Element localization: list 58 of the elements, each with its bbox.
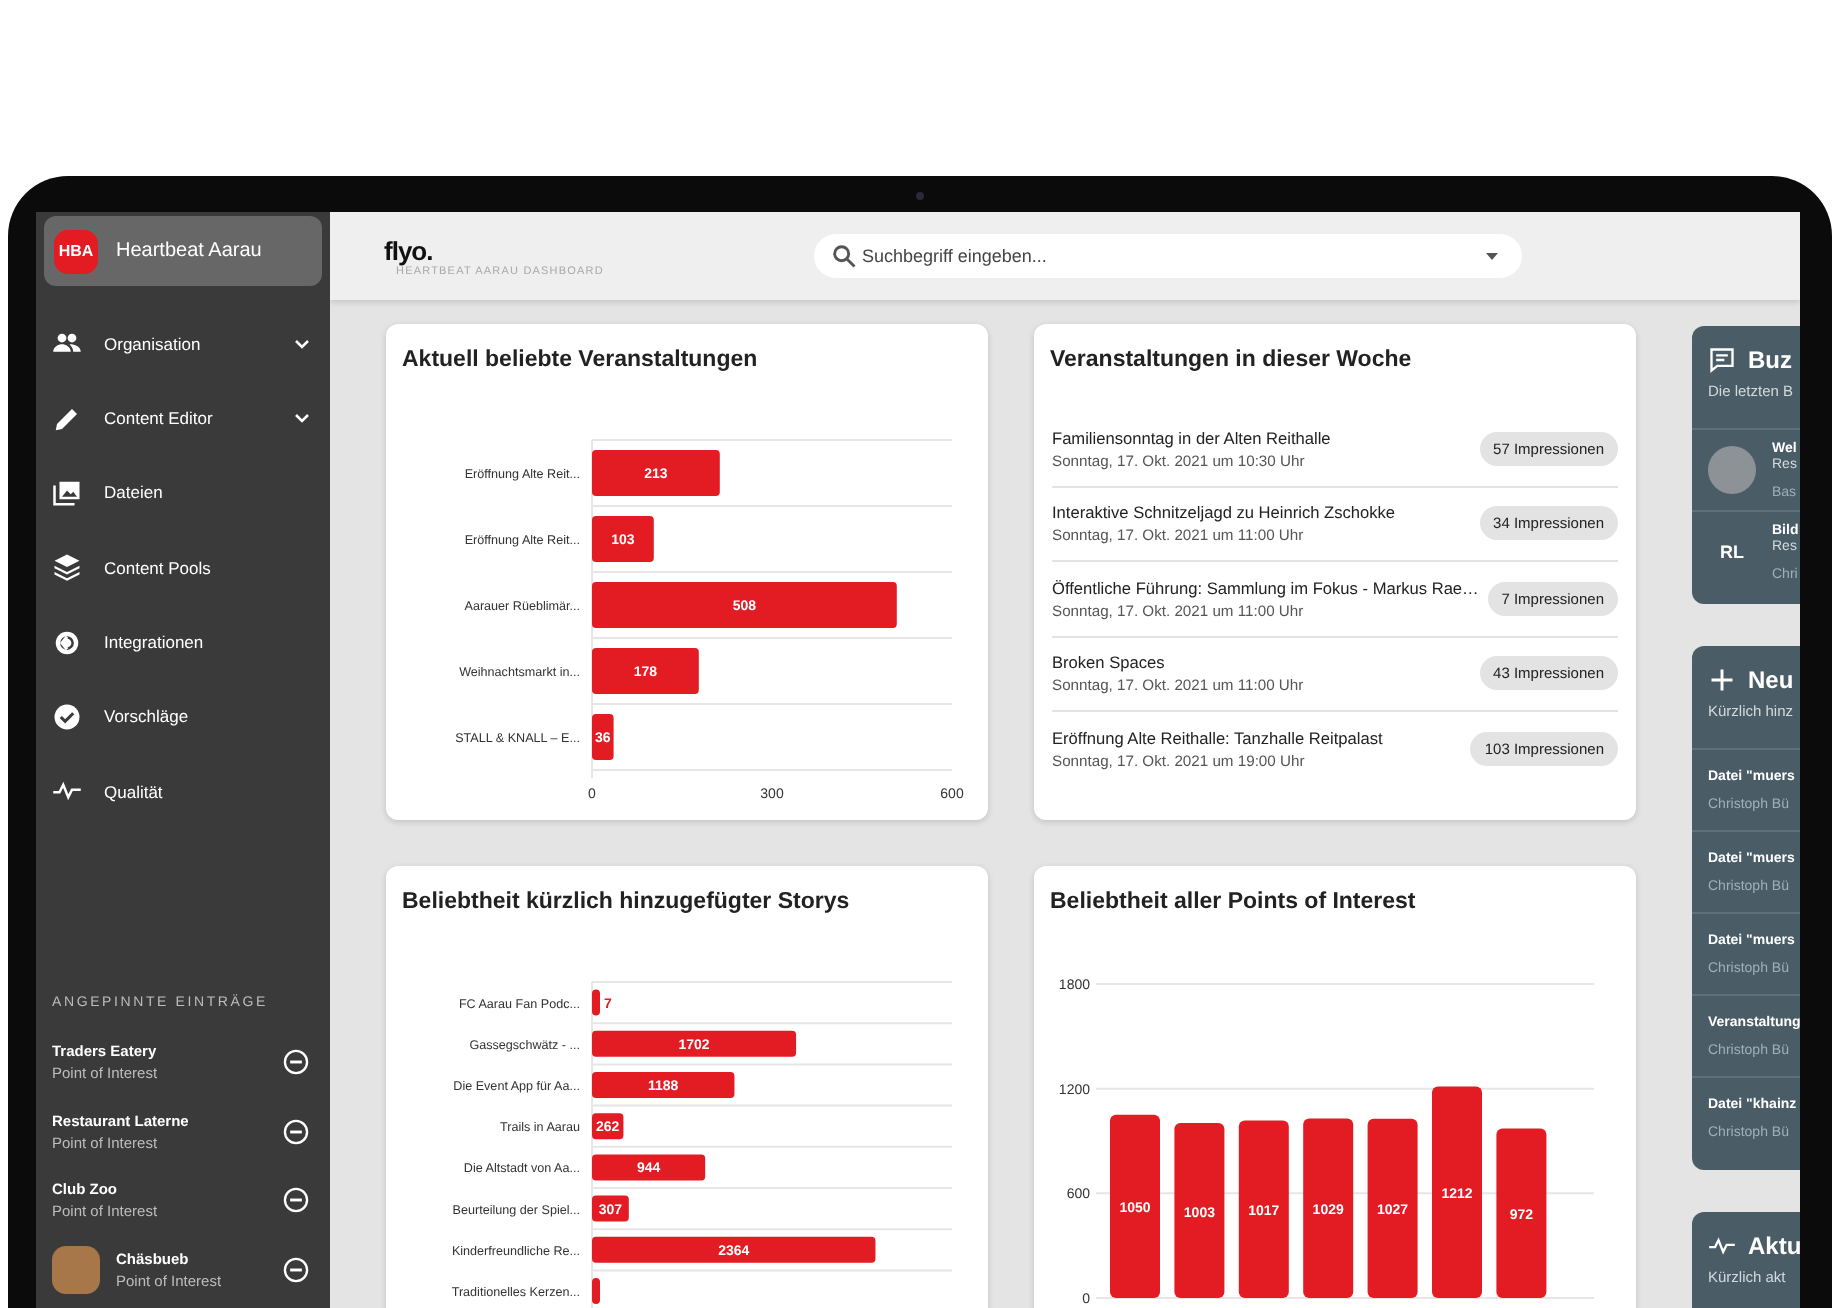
event-title: Familiensonntag in der Alten Reithalle <box>1052 427 1333 448</box>
organization-badge: HBA <box>54 229 98 274</box>
pulse-icon <box>1708 1232 1736 1260</box>
panel-title: Neu <box>1748 666 1794 694</box>
check-circle-icon <box>52 701 82 732</box>
event-title: Broken Spaces <box>1052 652 1167 673</box>
search-icon <box>830 242 858 270</box>
sidebar-item[interactable]: Vorschläge <box>44 679 322 754</box>
bar <box>592 648 699 694</box>
remove-icon[interactable] <box>282 1048 310 1077</box>
card-title: Aktuell beliebte Veranstaltungen <box>400 346 760 376</box>
bar <box>592 1154 706 1181</box>
layers-icon <box>52 552 82 583</box>
avatar-photo-placeholder <box>1708 446 1756 494</box>
bar <box>592 1072 735 1098</box>
remove-icon[interactable] <box>282 1256 310 1285</box>
plug-icon <box>52 627 82 658</box>
sidebar-item-label: Content Pools <box>104 557 213 578</box>
sidebar-item-label: Organisation <box>104 333 203 354</box>
sidebar-item-label: Integrationen <box>104 632 206 653</box>
search-field[interactable]: Suchbegriff eingeben... <box>814 234 1522 278</box>
sidebar-item[interactable]: Content Editor <box>44 380 322 456</box>
bar <box>592 1278 600 1304</box>
sidebar-item-label: Content Editor <box>104 408 215 429</box>
sidebar-item-label: Vorschläge <box>104 706 191 727</box>
panel-title: Aktu <box>1748 1232 1800 1260</box>
panel-title: Buz <box>1748 346 1792 374</box>
card-title: Veranstaltungen in dieser Woche <box>1048 346 1414 376</box>
sidebar-item[interactable]: Qualität <box>44 753 322 829</box>
bar <box>592 450 720 496</box>
event-title: Interaktive Schnitzeljagd zu Heinrich Zschokke <box>1052 502 1398 523</box>
event-title: Öffentliche Führung: Sammlung im Fokus - Markus Rae… <box>1052 577 1481 598</box>
images-icon <box>52 477 82 508</box>
sidebar-item[interactable]: Content Pools <box>44 530 322 605</box>
bar <box>592 989 600 1016</box>
organization-name: Heartbeat Aarau <box>116 240 262 263</box>
photo-placeholder <box>52 1246 100 1295</box>
sidebar-item[interactable]: Integrationen <box>44 604 322 680</box>
card-title: Beliebtheit aller Points of Interest <box>1048 888 1418 918</box>
pencil-icon <box>52 403 82 434</box>
bar <box>592 1195 629 1222</box>
bar <box>592 1113 624 1140</box>
plus-icon <box>1708 666 1736 694</box>
sidebar-item-label: Dateien <box>104 482 165 503</box>
logo[interactable]: flyo. <box>384 235 814 265</box>
card-title: Beliebtheit kürzlich hinzugefügter Storys <box>400 888 852 918</box>
bar <box>592 516 654 562</box>
sidebar-item[interactable]: Dateien <box>44 455 322 531</box>
event-title: Eröffnung Alte Reithalle: Tanzhalle Reitpalast <box>1052 728 1385 749</box>
sidebar-item[interactable]: Organisation <box>44 306 322 381</box>
remove-icon[interactable] <box>282 1185 310 1214</box>
sidebar-item-label: Qualität <box>104 781 165 802</box>
chat-icon <box>1708 346 1736 374</box>
camera-dot <box>916 192 924 200</box>
organization-switcher[interactable]: HBA Heartbeat Aarau <box>44 216 322 287</box>
avatar-initials: RL <box>1718 540 1746 566</box>
bar <box>592 714 614 760</box>
remove-icon[interactable] <box>282 1117 310 1146</box>
